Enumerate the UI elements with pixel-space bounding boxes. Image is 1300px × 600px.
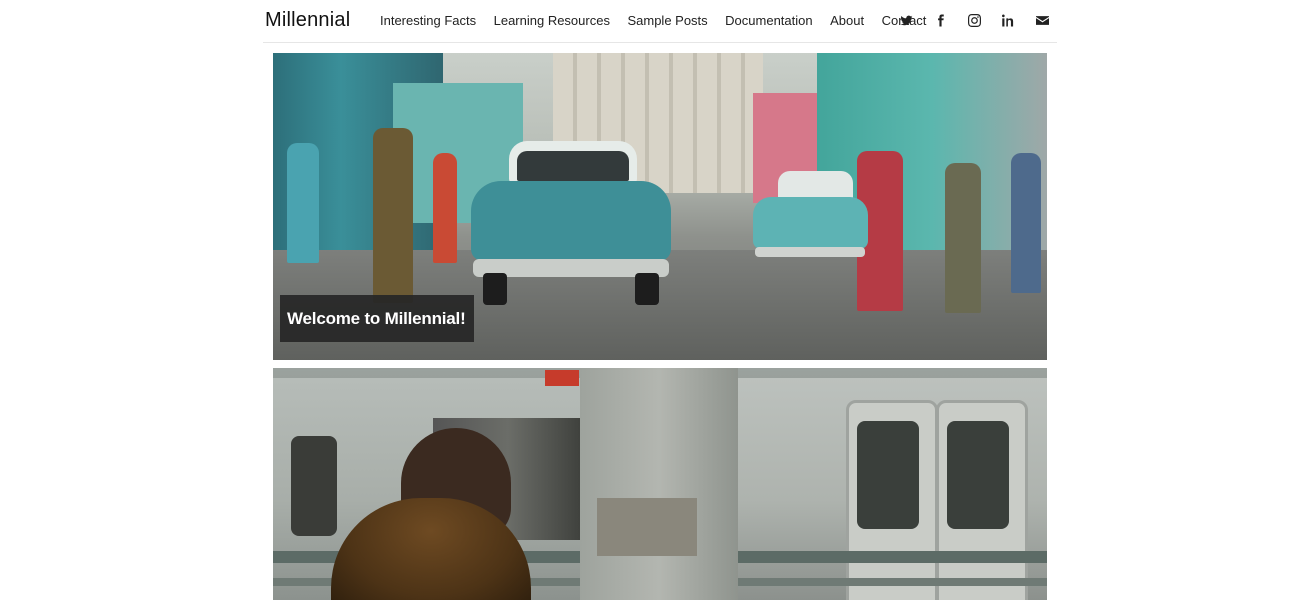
- page-container: Millennial Interesting Facts Learning Re…: [263, 0, 1057, 43]
- nav-documentation[interactable]: Documentation: [725, 13, 812, 28]
- post-card[interactable]: [273, 368, 1047, 600]
- linkedin-icon[interactable]: [1001, 13, 1016, 28]
- featured-post-card[interactable]: Welcome to Millennial!: [273, 53, 1047, 360]
- instagram-icon[interactable]: [967, 13, 982, 28]
- post-caption[interactable]: Welcome to Millennial!: [280, 295, 474, 342]
- brand-link[interactable]: Millennial: [265, 9, 350, 32]
- nav-learning-resources[interactable]: Learning Resources: [494, 13, 610, 28]
- navbar: Millennial Interesting Facts Learning Re…: [263, 0, 1057, 43]
- nav-links: Interesting Facts Learning Resources Sam…: [380, 13, 926, 28]
- envelope-icon[interactable]: [1035, 13, 1050, 28]
- nav-sample-posts[interactable]: Sample Posts: [627, 13, 707, 28]
- facebook-icon[interactable]: [933, 13, 948, 28]
- subway-scene-image: [273, 368, 1047, 600]
- nav-interesting-facts[interactable]: Interesting Facts: [380, 13, 476, 28]
- twitter-icon[interactable]: [899, 13, 914, 28]
- nav-about[interactable]: About: [830, 13, 864, 28]
- social-links: [899, 13, 1050, 28]
